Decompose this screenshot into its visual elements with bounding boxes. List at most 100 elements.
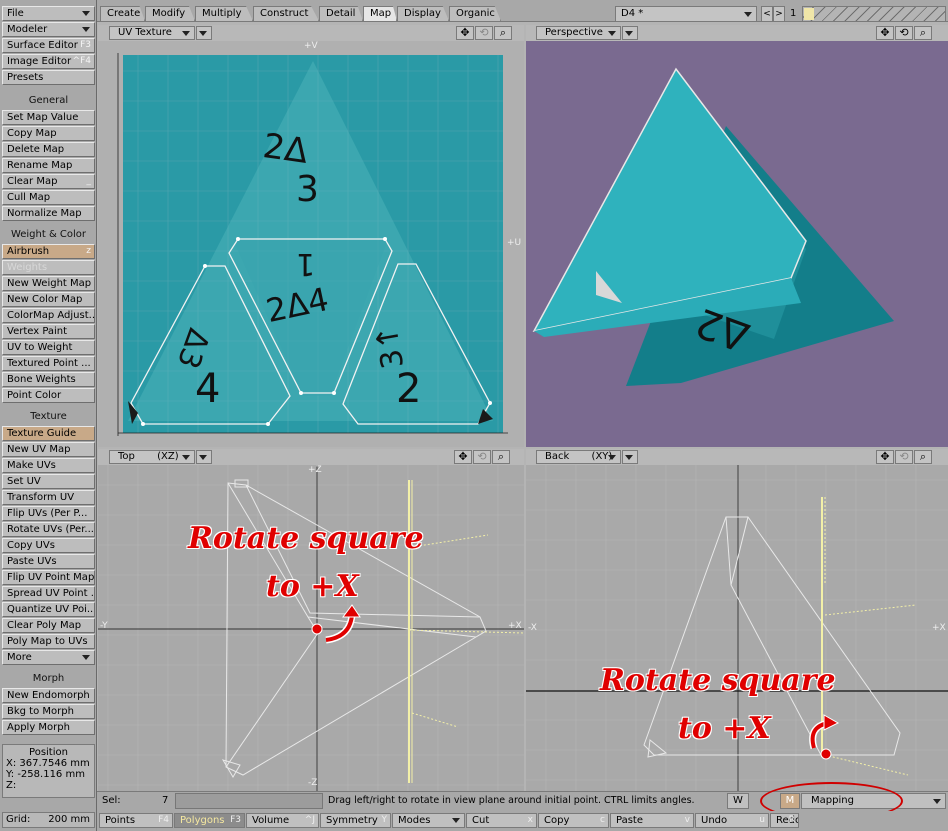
persp-view-options[interactable]	[622, 26, 638, 40]
sidebar-item-bkg-to-morph-label: Bkg to Morph	[7, 706, 74, 717]
sidebar-item-new-weight-map[interactable]: New Weight Map	[2, 276, 95, 291]
sidebar-item-paste-uvs[interactable]: Paste UVs	[2, 554, 95, 569]
layer-slots[interactable]	[802, 6, 946, 22]
tab-organic[interactable]: Organic	[449, 6, 501, 21]
uv-viewport[interactable]: +V +U 2Δ 3 1 2Δ4 Δ3 4 3↑ 2	[98, 41, 524, 447]
sidebar-item-transform-uv[interactable]: Transform UV	[2, 490, 95, 505]
sidebar-item-more[interactable]: More	[2, 650, 95, 665]
move-view-icon[interactable]: ✥	[876, 26, 894, 40]
bottom-button-paste[interactable]: Paste v	[610, 813, 694, 828]
bottom-button-points[interactable]: Points F4	[99, 813, 173, 828]
uv-digit-right2: 2	[396, 366, 422, 412]
tab-map[interactable]: Map	[363, 6, 397, 21]
bottom-button-redo[interactable]: Redo R	[770, 813, 799, 828]
sidebar-item-normalize-map[interactable]: Normalize Map	[2, 206, 95, 221]
sidebar-item-uv-to-weight[interactable]: UV to Weight	[2, 340, 95, 355]
back-view-title: Back	[545, 451, 570, 462]
move-view-icon[interactable]: ✥	[456, 26, 474, 40]
zoom-view-icon[interactable]: ⌕	[914, 450, 932, 464]
back-viewport[interactable]: -X +X Rotate square to +X	[526, 465, 948, 791]
sidebar-item-copy-uvs[interactable]: Copy UVs	[2, 538, 95, 553]
sidebar-button-modeler[interactable]: Modeler	[2, 22, 95, 37]
zoom-view-icon[interactable]: ⌕	[914, 26, 932, 40]
sidebar-item-set-map-value[interactable]: Set Map Value	[2, 110, 95, 125]
left-toolbar: File Modeler Surface Editor F3 Image Editor ^…	[0, 0, 97, 831]
rotate-view-icon[interactable]: ⟲	[895, 450, 913, 464]
bottom-button-symmetry[interactable]: Symmetry Y	[320, 813, 391, 828]
rotate-view-icon[interactable]: ⟲	[895, 26, 913, 40]
sidebar-item-vertex-paint[interactable]: Vertex Paint	[2, 324, 95, 339]
sidebar-item-copy-map[interactable]: Copy Map	[2, 126, 95, 141]
sidebar-item-bkg-to-morph[interactable]: Bkg to Morph	[2, 704, 95, 719]
tab-modify[interactable]: Modify	[145, 6, 195, 21]
chevron-down-icon	[199, 455, 207, 460]
sidebar-item-new-endomorph[interactable]: New Endomorph	[2, 688, 95, 703]
uv-view-type-select[interactable]: UV Texture	[109, 26, 195, 40]
uv-view-options[interactable]	[196, 26, 212, 40]
sidebar-item-apply-morph[interactable]: Apply Morph	[2, 720, 95, 735]
top-viewport[interactable]: +Z -Z -Y +X Rotate square to +X	[98, 465, 524, 791]
back-view-options[interactable]	[622, 450, 638, 464]
sidebar-item-clear-map[interactable]: Clear Map _	[2, 174, 95, 189]
sidebar-item-point-color[interactable]: Point Color	[2, 388, 95, 403]
sidebar-button-file[interactable]: File	[2, 6, 95, 21]
sidebar-button-presets[interactable]: Presets	[2, 70, 95, 85]
sidebar-item-colormap-adjust[interactable]: ColorMap Adjust...	[2, 308, 95, 323]
sidebar-item-set-uv-label: Set UV	[7, 476, 41, 487]
bottom-button-volume[interactable]: Volume ^J	[246, 813, 319, 828]
zoom-view-icon[interactable]: ⌕	[494, 26, 512, 40]
bottom-button-cut[interactable]: Cut x	[466, 813, 537, 828]
top-view-options[interactable]	[196, 450, 212, 464]
sidebar-item-rotate-uvs-per[interactable]: Rotate UVs (Per...	[2, 522, 95, 537]
sidebar-item-make-uvs[interactable]: Make UVs	[2, 458, 95, 473]
sidebar-item-new-color-map[interactable]: New Color Map	[2, 292, 95, 307]
top-view-type-select[interactable]: Top (XZ)	[109, 450, 195, 464]
shortcut-key: F3	[80, 40, 91, 50]
uv-view-title: UV Texture	[118, 27, 172, 38]
sidebar-item-weights[interactable]: Weights	[2, 260, 95, 275]
back-view-type-select[interactable]: Back (XY)	[536, 450, 621, 464]
sidebar-item-poly-map-to-uvs-label: Poly Map to UVs	[7, 636, 88, 647]
layer-next-button[interactable]: >	[773, 6, 785, 22]
sidebar-button-surface-editor[interactable]: Surface Editor F3	[2, 38, 95, 53]
sidebar-item-airbrush[interactable]: Airbrush z	[2, 244, 95, 259]
sidebar-item-texture-guide[interactable]: Texture Guide	[2, 426, 95, 441]
sidebar-item-textured-point[interactable]: Textured Point ...	[2, 356, 95, 371]
tab-detail[interactable]: Detail	[319, 6, 363, 21]
uv-digit-top2: 3	[296, 169, 319, 210]
tab-multiply[interactable]: Multiply	[195, 6, 253, 21]
layer-prev-button[interactable]: <	[761, 6, 773, 22]
persp-view-type-select[interactable]: Perspective	[536, 26, 621, 40]
move-view-icon[interactable]: ✥	[454, 450, 472, 464]
sidebar-item-quantize-uv-poi[interactable]: Quantize UV Poi...	[2, 602, 95, 617]
sidebar-item-spread-uv-point[interactable]: Spread UV Point ...	[2, 586, 95, 601]
sidebar-item-bone-weights[interactable]: Bone Weights	[2, 372, 95, 387]
persp-viewport[interactable]: Δ2	[526, 41, 948, 447]
rotate-view-icon[interactable]: ⟲	[473, 450, 491, 464]
bottom-button-copy[interactable]: Copy c	[538, 813, 609, 828]
sidebar-item-new-uv-map[interactable]: New UV Map	[2, 442, 95, 457]
sidebar-item-poly-map-to-uvs[interactable]: Poly Map to UVs	[2, 634, 95, 649]
tab-create[interactable]: Create	[100, 6, 145, 21]
bottom-button-undo[interactable]: Undo u	[695, 813, 769, 828]
tab-display[interactable]: Display	[397, 6, 449, 21]
tab-construct[interactable]: Construct	[253, 6, 319, 21]
sidebar-item-set-uv[interactable]: Set UV	[2, 474, 95, 489]
bottom-button-polygons[interactable]: Polygons F3	[174, 813, 245, 828]
rotate-view-icon[interactable]: ⟲	[475, 26, 493, 40]
sidebar-item-flip-uvs-per-p[interactable]: Flip UVs (Per P...	[2, 506, 95, 521]
sidebar-item-delete-map[interactable]: Delete Map	[2, 142, 95, 157]
sidebar-button-image-editor[interactable]: Image Editor ^F4	[2, 54, 95, 69]
layer-slot-active[interactable]	[804, 8, 814, 20]
move-view-icon[interactable]: ✥	[876, 450, 894, 464]
sidebar-item-cull-map[interactable]: Cull Map	[2, 190, 95, 205]
sidebar-item-flip-uv-point-map[interactable]: Flip UV Point Map	[2, 570, 95, 585]
grid-value: 200 mm	[48, 814, 90, 825]
layer-select[interactable]: D4 *	[615, 6, 757, 22]
bottom-button-modes[interactable]: Modes	[392, 813, 465, 828]
sidebar-item-rename-map[interactable]: Rename Map	[2, 158, 95, 173]
zoom-view-icon[interactable]: ⌕	[492, 450, 510, 464]
bottom-button-label: Volume	[252, 815, 290, 826]
w-button[interactable]: W	[727, 793, 749, 809]
sidebar-item-clear-poly-map[interactable]: Clear Poly Map	[2, 618, 95, 633]
